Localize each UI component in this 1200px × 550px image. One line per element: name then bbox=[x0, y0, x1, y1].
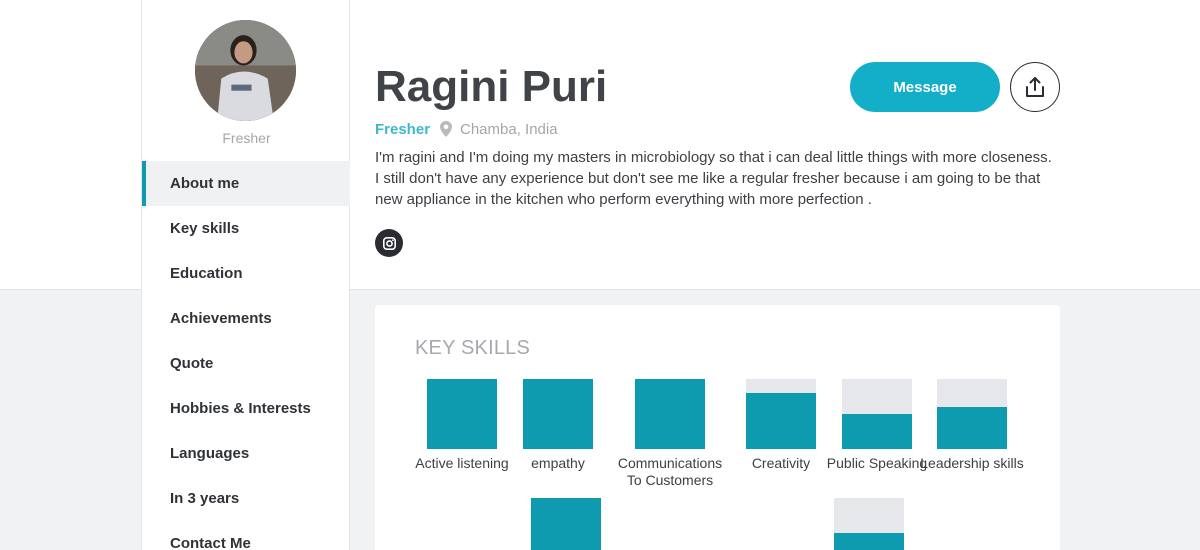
skill-fill bbox=[531, 498, 601, 550]
sidebar-item-hobbies[interactable]: Hobbies & Interests bbox=[142, 386, 350, 431]
sidebar-item-languages[interactable]: Languages bbox=[142, 431, 350, 476]
skill-fill bbox=[427, 379, 497, 449]
skill-fill bbox=[834, 533, 904, 550]
location-pin-icon bbox=[440, 121, 452, 137]
skill-bar bbox=[834, 498, 904, 550]
share-button[interactable] bbox=[1010, 62, 1060, 112]
sidebar-item-achievements[interactable]: Achievements bbox=[142, 296, 350, 341]
skill-bar bbox=[842, 379, 912, 449]
skill-item: Communications To Customers bbox=[615, 379, 725, 489]
sidebar-item-contact-me[interactable]: Contact Me bbox=[142, 521, 350, 550]
skill-label: Communications To Customers bbox=[617, 455, 723, 488]
profile-location: Chamba, India bbox=[460, 121, 558, 138]
skill-fill bbox=[523, 379, 593, 449]
avatar-caption: Fresher bbox=[222, 130, 271, 146]
sidebar-item-in-3-years[interactable]: In 3 years bbox=[142, 476, 350, 521]
instagram-icon[interactable] bbox=[375, 229, 403, 257]
profile-role: Fresher bbox=[375, 121, 431, 138]
skill-label: Public Speaking bbox=[826, 455, 928, 471]
skill-bar bbox=[937, 379, 1007, 449]
skill-item: Public Speaking bbox=[822, 379, 932, 472]
skill-item: Creativity bbox=[726, 379, 836, 472]
skill-item bbox=[511, 498, 621, 550]
skill-fill bbox=[635, 379, 705, 449]
skill-fill bbox=[937, 407, 1007, 449]
sidebar-item-about-me[interactable]: About me bbox=[142, 161, 350, 206]
skill-bar bbox=[531, 498, 601, 550]
key-skills-card: KEY SKILLS Active listening empathy Comm… bbox=[375, 305, 1060, 550]
skill-label: Creativity bbox=[751, 455, 811, 471]
skill-bar bbox=[746, 379, 816, 449]
skill-label: Leadership skills bbox=[920, 455, 1024, 471]
sidebar-item-key-skills[interactable]: Key skills bbox=[142, 206, 350, 251]
sidebar-item-quote[interactable]: Quote bbox=[142, 341, 350, 386]
sidebar-item-education[interactable]: Education bbox=[142, 251, 350, 296]
sidebar-nav: About me Key skills Education Achievemen… bbox=[142, 161, 350, 550]
sidebar: Fresher About me Key skills Education Ac… bbox=[141, 0, 350, 550]
skill-label: empathy bbox=[531, 455, 585, 471]
skill-bar bbox=[635, 379, 705, 449]
skill-item bbox=[814, 498, 924, 550]
skill-fill bbox=[842, 414, 912, 449]
key-skills-title: KEY SKILLS bbox=[415, 337, 531, 359]
skill-bar bbox=[523, 379, 593, 449]
skill-label: Active listening bbox=[415, 455, 509, 471]
skill-fill bbox=[746, 393, 816, 449]
message-button[interactable]: Message bbox=[850, 62, 1000, 112]
profile-name: Ragini Puri bbox=[375, 62, 608, 111]
skill-item: Active listening bbox=[407, 379, 517, 472]
skill-bar bbox=[427, 379, 497, 449]
profile-bio: I'm ragini and I'm doing my masters in m… bbox=[375, 149, 1052, 208]
skill-item: Leadership skills bbox=[917, 379, 1027, 472]
skill-item: empathy bbox=[503, 379, 613, 472]
share-icon bbox=[1026, 77, 1044, 97]
avatar bbox=[195, 20, 296, 121]
